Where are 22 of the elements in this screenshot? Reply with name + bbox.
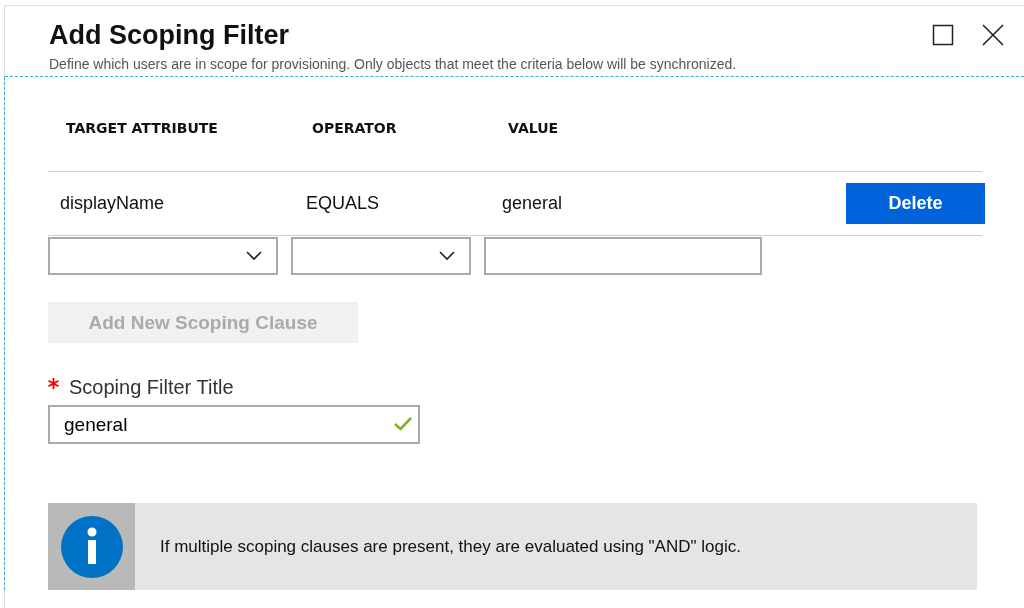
operator-dropdown[interactable] [291, 237, 471, 275]
close-button[interactable] [982, 24, 1004, 46]
column-header: TARGET ATTRIBUTE [65, 120, 219, 136]
maximize-icon [932, 24, 954, 46]
column-header: OPERATOR [311, 120, 398, 136]
info-icon [60, 515, 123, 578]
column-header: VALUE [507, 120, 560, 136]
blade-title: Add Scoping Filter [49, 19, 290, 52]
value-input[interactable] [484, 237, 762, 275]
chevron-down-icon [246, 251, 262, 261]
blade-subtitle: Define which users are in scope for provisioning. Only objects that meet the criteria below will be synchronized. [49, 56, 737, 72]
title-field[interactable]: general [48, 405, 420, 444]
delete-button[interactable]: Delete [846, 183, 985, 224]
maximize-button[interactable] [932, 24, 954, 46]
chevron-down-icon [439, 251, 455, 261]
table-cell-text: general [501, 193, 564, 214]
table-cell-text: displayName [59, 193, 166, 214]
info-message: If multiple scoping clauses are present, they are evaluated using "AND" logic. [159, 536, 741, 557]
field-label: Scoping Filter Title [69, 376, 234, 399]
table-cell-text: EQUALS [305, 193, 381, 214]
close-icon [982, 24, 1004, 46]
attribute-dropdown[interactable] [48, 237, 278, 275]
